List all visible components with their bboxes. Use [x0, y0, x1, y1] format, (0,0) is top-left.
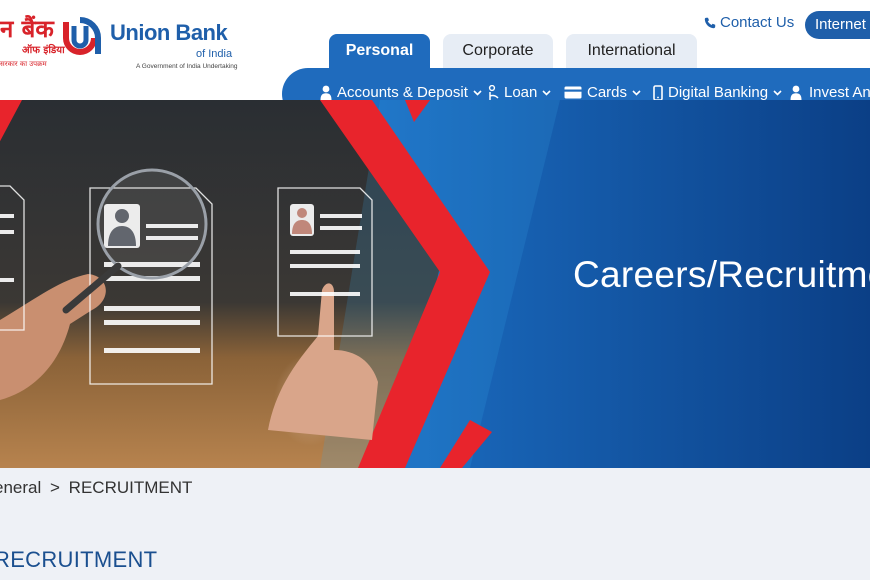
logo-english-subname: of India — [196, 48, 233, 60]
union-bank-mark-icon — [63, 17, 101, 55]
contact-us-link[interactable]: Contact Us — [704, 14, 794, 31]
phone-icon — [704, 17, 716, 28]
logo-english-name: Union Bank — [110, 20, 228, 45]
nav-digital-banking[interactable]: Digital Banking — [653, 84, 782, 101]
chevron-down-icon — [632, 89, 641, 96]
chevron-down-icon — [542, 89, 551, 96]
content-area: eneral > RECRUITMENT RECRUITMENT — [0, 468, 870, 580]
page: न बैंक ऑफ इंडिया सरकार का उपक्रम Union B… — [0, 0, 870, 580]
breadcrumb-separator: > — [50, 478, 60, 497]
nav-accounts-deposit-label: Accounts & Deposit — [337, 84, 468, 101]
user-icon — [790, 85, 802, 100]
banner-title: Careers/Recruitme — [573, 254, 870, 295]
nav-cards-label: Cards — [587, 84, 628, 101]
internet-banking-button[interactable]: Internet B — [805, 11, 870, 39]
nav-cards[interactable]: Cards — [564, 84, 641, 101]
page-title: RECRUITMENT — [0, 547, 158, 572]
nav-accounts-deposit[interactable]: Accounts & Deposit — [320, 84, 482, 101]
tab-international[interactable]: International — [566, 34, 697, 70]
logo-hindi-name: न बैंक — [0, 15, 54, 43]
nav-loan[interactable]: Loan — [487, 84, 551, 101]
logo-hindi-tagline: सरकार का उपक्रम — [0, 60, 47, 68]
breadcrumb-parent-link[interactable]: eneral — [0, 478, 41, 497]
nav-invest[interactable]: Invest And — [790, 84, 870, 101]
breadcrumb: eneral > RECRUITMENT — [0, 478, 192, 498]
nav-invest-label: Invest And — [809, 84, 870, 101]
breadcrumb-current: RECRUITMENT — [68, 478, 193, 497]
nav-digital-banking-label: Digital Banking — [668, 84, 769, 101]
user-icon — [320, 85, 332, 100]
bank-logo[interactable]: न बैंक ऑफ इंडिया सरकार का उपक्रम Union B… — [0, 6, 240, 72]
chevron-down-icon — [473, 89, 482, 96]
mobile-icon — [653, 84, 663, 101]
careers-banner: Careers/Recruitme — [0, 100, 870, 468]
hand-coin-icon — [488, 84, 499, 100]
logo-english-tagline: A Government of India Undertaking — [136, 63, 238, 70]
tab-personal[interactable]: Personal — [329, 34, 430, 70]
tab-corporate[interactable]: Corporate — [443, 34, 553, 70]
contact-us-label: Contact Us — [720, 14, 795, 31]
nav-loan-label: Loan — [504, 84, 538, 101]
card-icon — [564, 86, 582, 99]
chevron-down-icon — [773, 89, 782, 96]
